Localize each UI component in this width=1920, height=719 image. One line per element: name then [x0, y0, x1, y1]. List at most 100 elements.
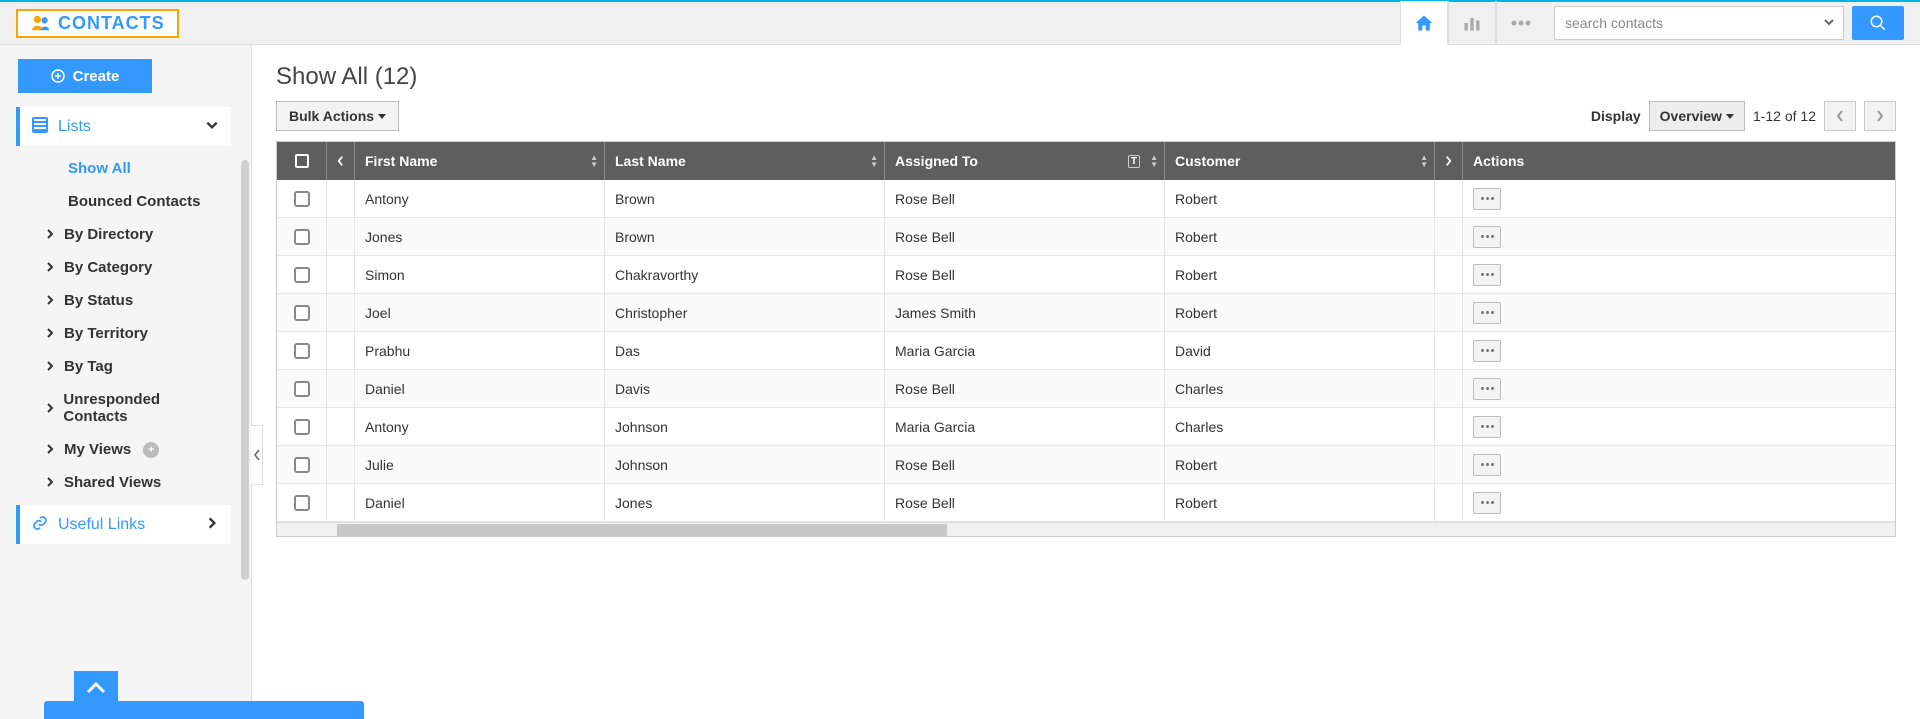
search-input[interactable]: search contacts	[1554, 6, 1844, 40]
table-row[interactable]: AntonyJohnsonMaria GarciaCharles	[277, 408, 1895, 446]
table-row[interactable]: JoelChristopherJames SmithRobert	[277, 294, 1895, 332]
row-actions-button[interactable]	[1473, 378, 1501, 400]
scroll-right-header[interactable]	[1435, 142, 1463, 180]
row-checkbox[interactable]	[277, 484, 327, 522]
column-last-name[interactable]: Last Name ▲▼	[605, 142, 885, 180]
sidebar-item[interactable]: By Territory	[16, 317, 231, 350]
nav-section-useful-links[interactable]: Useful Links	[16, 505, 231, 544]
grid-icon	[32, 117, 48, 136]
sidebar-scrollbar[interactable]	[241, 160, 249, 580]
ellipsis-icon	[1481, 425, 1494, 428]
search-button[interactable]	[1852, 6, 1904, 40]
bulk-actions-button[interactable]: Bulk Actions	[276, 101, 399, 131]
row-checkbox[interactable]	[277, 180, 327, 218]
sidebar-item[interactable]: Bounced Contacts	[16, 185, 231, 218]
sort-icon: ▲▼	[590, 154, 598, 168]
row-actions-button[interactable]	[1473, 302, 1501, 324]
table-row[interactable]: AntonyBrownRose BellRobert	[277, 180, 1895, 218]
cell-last-name: Brown	[605, 218, 885, 256]
ellipsis-icon	[1481, 311, 1494, 314]
chevron-right-icon	[46, 292, 56, 309]
nav-item-label: By Tag	[64, 358, 113, 375]
nav-item-label: By Territory	[64, 325, 148, 342]
scrollbar-thumb[interactable]	[337, 524, 947, 536]
sidebar-item[interactable]: By Directory	[16, 218, 231, 251]
display-value: Overview	[1660, 108, 1722, 124]
scroll-left-header[interactable]	[327, 142, 355, 180]
cell-actions	[1463, 218, 1895, 256]
row-checkbox[interactable]	[277, 370, 327, 408]
row-checkbox[interactable]	[277, 256, 327, 294]
nav-section-lists[interactable]: Lists	[16, 107, 231, 146]
table-row[interactable]: PrabhuDasMaria GarciaDavid	[277, 332, 1895, 370]
caret-down-icon	[1726, 114, 1734, 119]
cell-customer: David	[1165, 332, 1435, 370]
cell-last-name: Johnson	[605, 408, 885, 446]
ellipsis-icon	[1481, 273, 1494, 276]
sidebar-item[interactable]: By Tag	[16, 350, 231, 383]
row-actions-button[interactable]	[1473, 340, 1501, 362]
add-view-icon[interactable]: +	[143, 442, 159, 458]
row-actions-button[interactable]	[1473, 226, 1501, 248]
next-page-button[interactable]	[1864, 101, 1896, 131]
search-placeholder: search contacts	[1565, 15, 1663, 31]
chevron-right-icon	[1445, 155, 1452, 167]
cell-customer: Robert	[1165, 180, 1435, 218]
row-checkbox[interactable]	[277, 408, 327, 446]
cell-first-name: Daniel	[355, 370, 605, 408]
select-all-header[interactable]	[277, 142, 327, 180]
prev-page-button[interactable]	[1824, 101, 1856, 131]
column-customer[interactable]: Customer ▲▼	[1165, 142, 1435, 180]
sidebar: Create Lists Show AllBounced ContactsBy …	[0, 45, 252, 719]
sidebar-collapse-handle[interactable]	[251, 425, 263, 485]
row-checkbox[interactable]	[277, 294, 327, 332]
chevron-right-icon	[1875, 109, 1885, 123]
column-first-name[interactable]: First Name ▲▼	[355, 142, 605, 180]
row-actions-button[interactable]	[1473, 492, 1501, 514]
header-right: search contacts	[1400, 1, 1904, 45]
app-header: CONTACTS search contacts	[0, 0, 1920, 45]
cell-assigned-to: Rose Bell	[885, 218, 1165, 256]
cell-assigned-to: Rose Bell	[885, 370, 1165, 408]
cell-customer: Robert	[1165, 446, 1435, 484]
table-row[interactable]: JonesBrownRose BellRobert	[277, 218, 1895, 256]
display-select[interactable]: Overview	[1649, 101, 1745, 131]
table-row[interactable]: DanielDavisRose BellCharles	[277, 370, 1895, 408]
filter-icon: T	[1128, 155, 1140, 168]
sidebar-item[interactable]: By Status	[16, 284, 231, 317]
cell-last-name: Christopher	[605, 294, 885, 332]
cell-assigned-to: Maria Garcia	[885, 332, 1165, 370]
row-checkbox[interactable]	[277, 218, 327, 256]
sidebar-item[interactable]: Shared Views	[16, 466, 231, 499]
chart-button[interactable]	[1448, 1, 1496, 45]
row-checkbox[interactable]	[277, 332, 327, 370]
cell-first-name: Joel	[355, 294, 605, 332]
chevron-up-icon	[85, 681, 107, 695]
table-horizontal-scrollbar[interactable]	[277, 522, 1895, 536]
row-actions-button[interactable]	[1473, 264, 1501, 286]
sidebar-item[interactable]: Unresponded Contacts	[16, 383, 231, 433]
app-title: CONTACTS	[16, 9, 179, 38]
create-button[interactable]: Create	[18, 59, 152, 93]
useful-links-label: Useful Links	[58, 516, 145, 534]
home-button[interactable]	[1400, 1, 1448, 45]
row-actions-button[interactable]	[1473, 416, 1501, 438]
expand-up-fab[interactable]	[74, 671, 118, 705]
sidebar-item[interactable]: My Views+	[16, 433, 231, 466]
table-row[interactable]: JulieJohnsonRose BellRobert	[277, 446, 1895, 484]
caret-down-icon	[378, 114, 386, 119]
table-row[interactable]: DanielJonesRose BellRobert	[277, 484, 1895, 522]
column-assigned-to[interactable]: Assigned To T ▲▼	[885, 142, 1165, 180]
sidebar-item[interactable]: Show All	[16, 152, 231, 185]
row-actions-button[interactable]	[1473, 454, 1501, 476]
more-button[interactable]	[1496, 1, 1544, 45]
row-actions-button[interactable]	[1473, 188, 1501, 210]
sidebar-item[interactable]: By Category	[16, 251, 231, 284]
nav-item-label: By Status	[64, 292, 133, 309]
checkbox-icon	[294, 229, 310, 245]
row-checkbox[interactable]	[277, 446, 327, 484]
cell-customer: Robert	[1165, 294, 1435, 332]
nav-item-label: By Category	[64, 259, 152, 276]
table-row[interactable]: SimonChakravorthyRose BellRobert	[277, 256, 1895, 294]
ellipsis-icon	[1481, 501, 1494, 504]
